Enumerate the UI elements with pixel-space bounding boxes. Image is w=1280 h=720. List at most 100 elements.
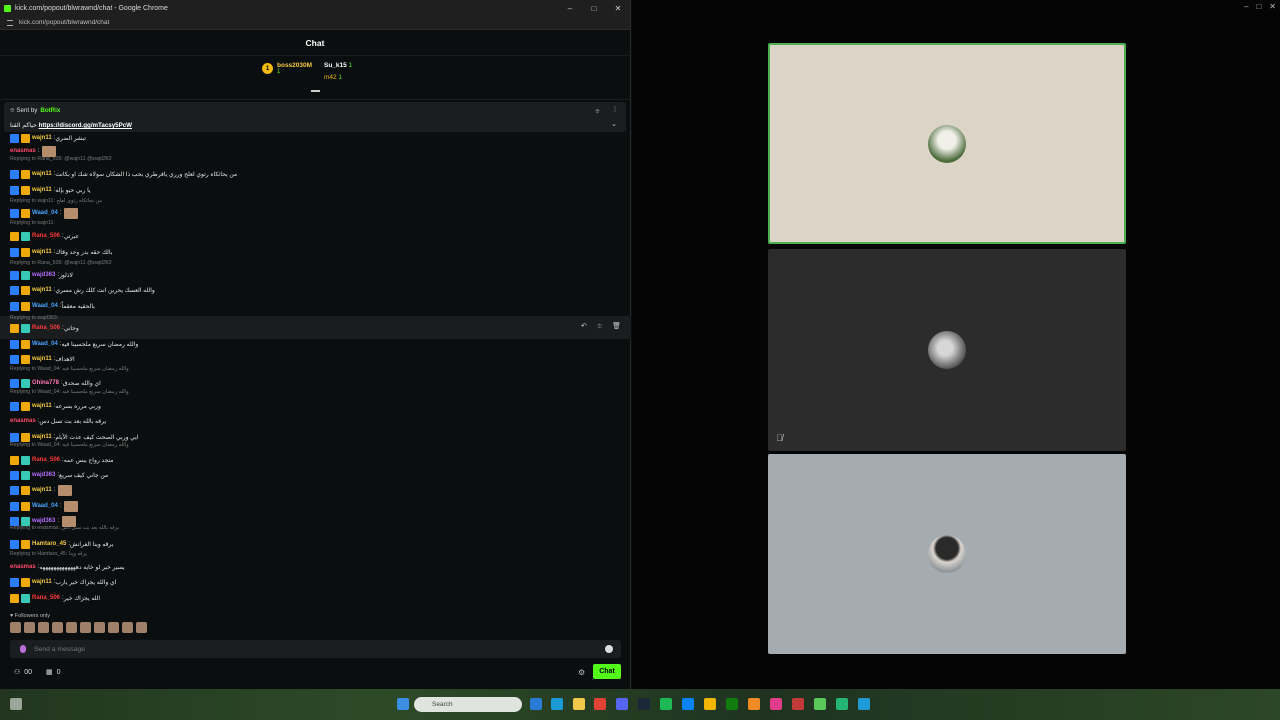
- app-icon[interactable]: [704, 698, 716, 710]
- app-icon[interactable]: [858, 698, 870, 710]
- xbox-icon[interactable]: [814, 698, 826, 710]
- minimize-button[interactable]: –: [1244, 2, 1248, 11]
- gift-stat[interactable]: ▦ 0: [46, 668, 61, 677]
- app-icon[interactable]: [726, 698, 738, 710]
- chat-message[interactable]: Rana_506: وحاني: [10, 322, 79, 334]
- hovered-message-row[interactable]: ↶ ⯐ 🗑: [0, 316, 631, 339]
- chat-message[interactable]: Hamtaro_45: يرقه وينا الفرانش: [10, 538, 113, 550]
- app-icon[interactable]: [748, 698, 760, 710]
- participant-tile[interactable]: [768, 454, 1126, 654]
- more-options-icon[interactable]: ⋮: [612, 106, 618, 117]
- chat-username[interactable]: enasmas: [10, 564, 36, 570]
- chat-message[interactable]: Rana_506: الله يجزاك خير: [10, 592, 100, 604]
- chat-message[interactable]: wajn11:: [10, 484, 73, 496]
- chat-messages[interactable]: ↶ ⯐ 🗑 Replying to Rana_506: @wajn11 @wajd36…: [0, 132, 631, 640]
- viewer-stat[interactable]: ⚇ 00: [14, 668, 32, 677]
- expand-leaderboard-icon[interactable]: [311, 86, 320, 92]
- spotify-icon[interactable]: [660, 698, 672, 710]
- chat-message[interactable]: wajn11: ايي وربي الصحت كيف عدت الأيام: [10, 431, 139, 443]
- participant-tile[interactable]: 🎙̸: [768, 249, 1126, 451]
- app-icon[interactable]: [682, 698, 694, 710]
- file-explorer-icon[interactable]: [573, 698, 585, 710]
- pin-icon[interactable]: ⯐: [597, 322, 602, 333]
- chat-message[interactable]: wajd363: من جاني كيف سريع: [10, 469, 108, 481]
- chat-username[interactable]: Rana_506: [32, 457, 60, 463]
- message-input[interactable]: [34, 645, 594, 653]
- emote-icon[interactable]: [52, 622, 63, 633]
- chat-username[interactable]: enasmas: [10, 418, 36, 424]
- discord-icon[interactable]: [616, 698, 628, 710]
- chat-message[interactable]: Waad_04:: [10, 207, 79, 219]
- emote-icon[interactable]: [136, 622, 147, 633]
- chat-username[interactable]: Hamtaro_45: [32, 541, 66, 547]
- reply-icon[interactable]: ↶: [581, 322, 587, 333]
- chat-username[interactable]: Waad_04: [32, 210, 58, 216]
- chat-username[interactable]: Waad_04: [32, 503, 58, 509]
- app-icon[interactable]: [770, 698, 782, 710]
- emote-icon[interactable]: [66, 622, 77, 633]
- chat-username[interactable]: wajd363: [32, 472, 55, 478]
- chat-message[interactable]: wajn11: تبشر الضري: [10, 132, 86, 144]
- chat-message[interactable]: wajd363: لاذلوز: [10, 269, 73, 281]
- chat-username[interactable]: wajd363: [32, 518, 55, 524]
- chat-message[interactable]: wajn11: بالك حقه بدر وحد وقاك: [10, 246, 112, 258]
- chat-message[interactable]: enasmas:: [10, 145, 57, 157]
- address-bar[interactable]: kick.com/popout/blwrawnd/chat: [0, 16, 630, 30]
- app-icon[interactable]: [792, 698, 804, 710]
- chat-username[interactable]: wajn11: [32, 287, 52, 293]
- chat-username[interactable]: wajn11: [32, 579, 52, 585]
- chat-message[interactable]: Waad_04: بالحقيه معقماً: [10, 300, 95, 312]
- participant-tile-speaking[interactable]: [768, 43, 1126, 244]
- chat-username[interactable]: wajd363: [32, 272, 55, 278]
- emote-icon[interactable]: [122, 622, 133, 633]
- leaderboard-first[interactable]: 1 boss2030M 1: [262, 62, 312, 75]
- gear-icon[interactable]: ⚙: [578, 668, 585, 677]
- chat-message[interactable]: wajd363:: [10, 515, 77, 527]
- chat-message[interactable]: Rana_506: عبرتي: [10, 230, 79, 242]
- steam-icon[interactable]: [638, 698, 650, 710]
- widgets-icon[interactable]: [10, 698, 22, 710]
- send-chat-button[interactable]: Chat: [593, 664, 621, 679]
- chat-message[interactable]: enasmas: يرقه بالله بعد بت تسل دس: [10, 415, 106, 427]
- chat-username[interactable]: Ghina778: [32, 380, 59, 386]
- emote-icon[interactable]: [10, 622, 21, 633]
- chat-username[interactable]: enasmas: [10, 148, 36, 154]
- chat-username[interactable]: wajn11: [32, 434, 52, 440]
- site-settings-icon[interactable]: [7, 19, 13, 26]
- chat-message[interactable]: Waad_04:: [10, 500, 79, 512]
- delete-icon[interactable]: 🗑: [612, 322, 621, 333]
- unpin-icon[interactable]: ⯐: [595, 106, 600, 117]
- maximize-button[interactable]: □: [582, 4, 606, 13]
- chat-username[interactable]: wajn11: [32, 187, 52, 193]
- leaderboard-others[interactable]: Su_k15 1 m42 1: [324, 60, 352, 84]
- chat-username[interactable]: Rana_506: [32, 233, 60, 239]
- emote-icon[interactable]: [38, 622, 49, 633]
- task-view-icon[interactable]: [530, 698, 542, 710]
- chat-username[interactable]: Rana_506: [32, 325, 60, 331]
- chevron-down-icon[interactable]: ⌄: [611, 120, 617, 128]
- emote-icon[interactable]: [24, 622, 35, 633]
- emote-icon[interactable]: [94, 622, 105, 633]
- emote-icon[interactable]: [108, 622, 119, 633]
- chat-message[interactable]: enasmas: يسير خير لو خايه دههههههههههههه…: [10, 561, 125, 573]
- chrome-icon[interactable]: [594, 698, 606, 710]
- chat-message[interactable]: wajn11: الاهداف: [10, 353, 75, 365]
- chat-username[interactable]: wajn11: [32, 356, 52, 362]
- app-icon[interactable]: [836, 698, 848, 710]
- chat-username[interactable]: Waad_04: [32, 303, 58, 309]
- chat-message[interactable]: Rana_506: متجد رواح ببس عمه: [10, 454, 113, 466]
- chat-message[interactable]: wajn11: والله العسك يحرين انت كلك رش مسر…: [10, 284, 155, 296]
- maximize-button[interactable]: □: [1256, 2, 1261, 11]
- edge-icon[interactable]: [551, 698, 563, 710]
- close-button[interactable]: ✕: [606, 4, 630, 13]
- emoji-picker-icon[interactable]: [605, 645, 613, 653]
- mic-icon[interactable]: [20, 645, 26, 653]
- chat-username[interactable]: Waad_04: [32, 341, 58, 347]
- chat-username[interactable]: wajn11: [32, 249, 52, 255]
- chat-message[interactable]: Ghina778: اي والله صحدق: [10, 377, 101, 389]
- start-menu-icon[interactable]: [397, 698, 409, 710]
- chat-message[interactable]: wajn11: من بحاثكاه رتوي لعلح ورري يافرطر…: [10, 168, 237, 180]
- chat-message[interactable]: wajn11: يا ربي حيو بإله: [10, 184, 91, 196]
- chat-username[interactable]: wajn11: [32, 171, 52, 177]
- pinned-link[interactable]: https://discord.gg/mTacsy5PcW: [39, 122, 132, 129]
